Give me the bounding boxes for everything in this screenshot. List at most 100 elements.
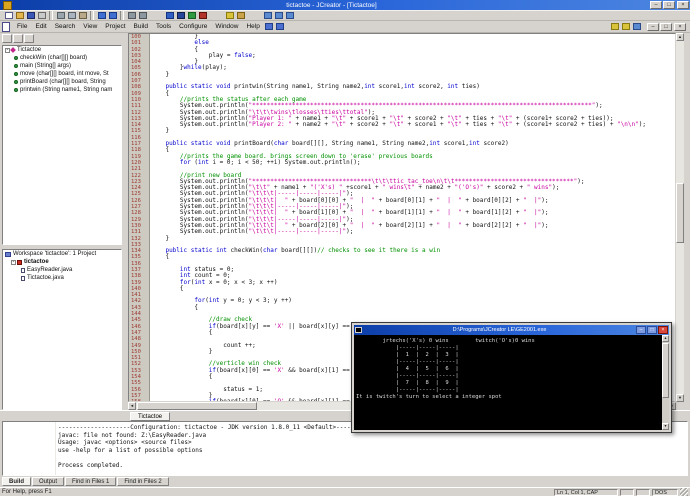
menu-file[interactable]: File [13,22,31,31]
console-maximize-button[interactable]: □ [647,326,657,334]
view-filebrowser-icon[interactable] [262,11,273,21]
fv-sort-button[interactable] [13,34,23,43]
tree-item-method[interactable]: checkWin (char[][] board) [3,54,121,62]
copy-icon[interactable] [66,11,77,21]
new-file-icon[interactable] [3,11,14,21]
print-icon[interactable] [36,11,47,21]
collapse-icon[interactable]: - [11,260,16,265]
console-scrollbar[interactable]: ▲▼ [662,335,669,430]
open-workspace-icon[interactable] [235,11,246,21]
mdi-window-controls: –□× [646,23,686,31]
output-tab-output[interactable]: Output [32,477,64,486]
mdi-close-button[interactable]: × [674,23,686,31]
tree-item-project[interactable]: -tictactoe [3,258,121,266]
console-app-icon [355,327,362,333]
context-help-icon[interactable] [620,22,631,32]
menu-near-icons [264,22,286,32]
console-minimize-button[interactable]: – [636,326,646,334]
mdi-minimize-button[interactable]: – [647,23,659,31]
class-name: Tictactoe [17,47,41,53]
scroll-left-icon[interactable]: ◄ [128,402,136,410]
maximize-button[interactable]: □ [663,1,675,9]
code-text: System.out.println("Player 2: " + name2 … [151,122,646,128]
class-tree[interactable]: -TictactoecheckWin (char[][] board)main … [3,46,121,94]
tree-item-method[interactable]: printBoard (char[][] board, String [3,78,121,86]
menu-view[interactable]: View [79,22,101,31]
build-project-icon[interactable] [175,11,186,21]
output-tab-find-in-files-1[interactable]: Find in Files 1 [65,477,116,486]
mdi-restore-button[interactable]: □ [660,23,672,31]
close-button[interactable]: × [677,1,689,9]
compile-file-icon[interactable] [164,11,175,21]
code-text: { [151,305,198,311]
code-line: 114 System.out.println("Player 2: " + na… [129,122,675,128]
tree-item-method[interactable]: move (char[][] board, int move, St [3,70,121,78]
console-line: | 7 | 8 | 9 | [356,380,662,387]
menu-help[interactable]: Help [242,22,263,31]
undo-icon[interactable] [96,11,107,21]
tree-item-method[interactable]: main (String[] args) [3,62,121,70]
console-close-button[interactable]: × [658,326,668,334]
resize-grip-icon[interactable] [680,488,688,496]
view-properties-icon[interactable] [284,11,295,21]
minimize-button[interactable]: – [650,1,662,9]
menu-build[interactable]: Build [130,22,152,31]
status-segment [620,489,634,496]
fv-options-button[interactable] [24,34,34,43]
tree-root-class[interactable]: -Tictactoe [3,46,121,54]
redo-icon[interactable] [107,11,118,21]
tree-item-method[interactable]: printwin (String name1, String nam [3,86,121,94]
tree-root-workspace[interactable]: Workspace 'tictactoe': 1 Project [3,250,121,258]
scroll-thumb[interactable] [676,183,684,243]
menu-edit[interactable]: Edit [31,22,50,31]
fv-refresh-button[interactable] [2,34,12,43]
scroll-up-icon[interactable]: ▲ [676,33,684,41]
help-contents-icon[interactable] [609,22,620,32]
output-tab-build[interactable]: Build [2,477,31,486]
code-text: public static void printwin(String name1… [151,84,480,90]
java-file-icon [21,268,25,273]
scroll-down-icon[interactable]: ▼ [676,394,684,402]
code-text: public static int checkWin(char board[][… [151,248,440,254]
scroll-thumb[interactable] [137,402,257,410]
workspace-label: Workspace 'tictactoe': 1 Project [13,251,96,257]
console-scroll-up-icon[interactable]: ▲ [662,335,669,342]
find-icon[interactable] [126,11,137,21]
menu-tools[interactable]: Tools [152,22,175,31]
menu-project[interactable]: Project [101,22,129,31]
menu-search[interactable]: Search [51,22,80,31]
cut-icon[interactable] [55,11,66,21]
workspace-tree[interactable]: Workspace 'tictactoe': 1 Project-tictact… [3,250,121,282]
console-line: |-----|-----|-----| [356,373,662,380]
menu-window[interactable]: Window [211,22,242,31]
paste-icon[interactable] [77,11,88,21]
find-in-files-icon[interactable] [137,11,148,21]
editor-forward-icon[interactable] [275,22,286,32]
menu-configure[interactable]: Configure [175,22,211,31]
console-line: | 4 | 5 | 6 | [356,366,662,373]
code-text: } [151,72,169,78]
open-file-icon[interactable] [14,11,25,21]
run-project-icon[interactable] [186,11,197,21]
editor-vertical-scrollbar[interactable]: ▲▼ [676,33,684,402]
editor-back-icon[interactable] [264,22,275,32]
save-icon[interactable] [25,11,36,21]
method-label: main (String[] args) [20,63,71,69]
tree-item-file[interactable]: EasyReader.java [3,266,121,274]
about-jcreator-icon[interactable] [631,22,642,32]
code-text: { [151,330,212,336]
status-segments: Ln 1, Col 1, CAPDOS [552,489,678,496]
new-project-icon[interactable] [224,11,235,21]
console-scroll-down-icon[interactable]: ▼ [662,423,669,430]
console-title-bar[interactable]: D:\Programs\JCreator LE\GE2001.exe –□× [354,325,669,335]
console-output[interactable]: jrtechs('X's) 0 wins twitch('O's)0 wins … [354,335,662,430]
output-tab-find-in-files-2[interactable]: Find in Files 2 [117,477,168,486]
console-window[interactable]: D:\Programs\JCreator LE\GE2001.exe –□× j… [351,322,672,433]
editor-tab-tictactoe[interactable]: Tictactoe [130,412,170,421]
view-output-icon[interactable] [273,11,284,21]
stop-build-icon[interactable] [197,11,208,21]
tree-item-file[interactable]: Tictactoe.java [3,274,121,282]
console-scroll-thumb[interactable] [662,343,669,398]
project-icon [17,260,22,265]
main-toolbar [0,10,690,21]
